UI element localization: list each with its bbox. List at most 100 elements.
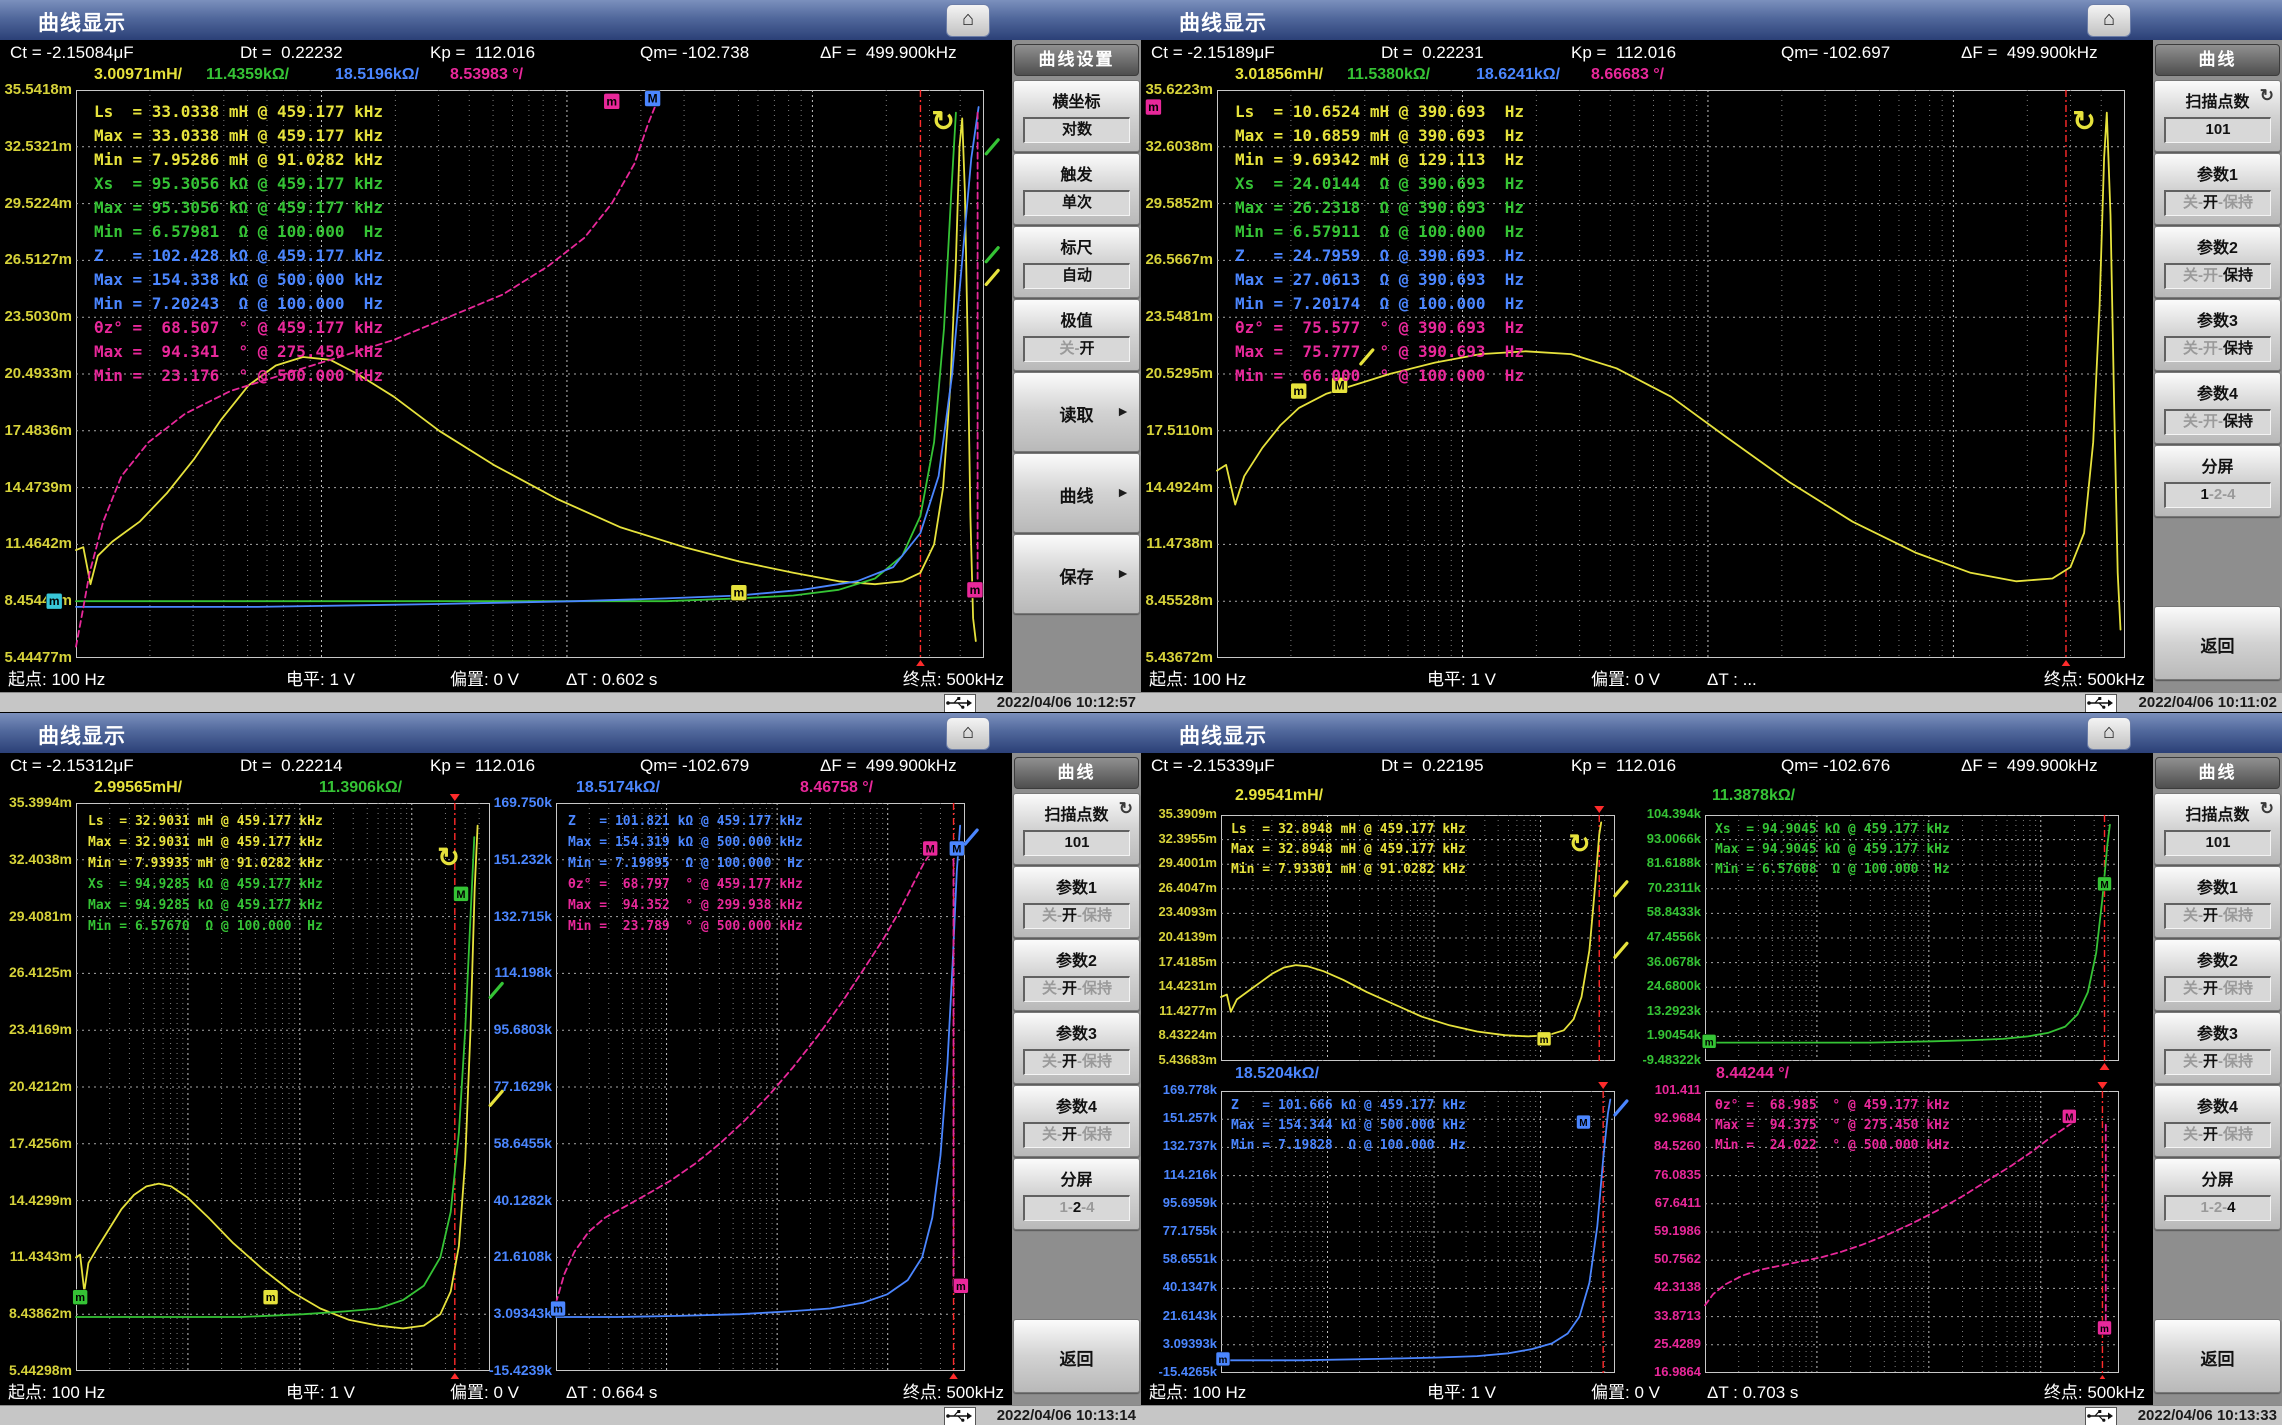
menu-button-label: 分屏: [2155, 453, 2280, 477]
menu-button-6[interactable]: 曲线►: [1013, 453, 1140, 533]
readout-row: Min = 7.95286 mH @ 91.0282 kHz: [94, 148, 383, 172]
menu-button-4[interactable]: 参数3关-开-保持: [1013, 1012, 1140, 1084]
menu-button-5[interactable]: 参数4关-开-保持: [1013, 1085, 1140, 1157]
menu-button-2[interactable]: 参数1关-开-保持: [1013, 866, 1140, 938]
measurement-readouts: Z = 101.666 kΩ @ 459.177 kHzMax = 154.34…: [1231, 1096, 1466, 1156]
home-button[interactable]: ⌂: [946, 717, 990, 750]
menu-button-value: 关-开-保持: [2164, 976, 2271, 1002]
menu-button-5[interactable]: 参数4关-开-保持: [2154, 372, 2281, 444]
value-option: 2: [1073, 1199, 1081, 1216]
menu-button-4[interactable]: 极值关-开: [1013, 299, 1140, 371]
menu-button-6[interactable]: 分屏1-2-4: [2154, 445, 2281, 517]
status-value: Qm= -102.676: [1781, 753, 1890, 779]
title-bar: 曲线显示⌂: [0, 0, 1141, 41]
measurement-readouts: Ls = 32.8948 mH @ 459.177 kHzMax = 32.89…: [1231, 820, 1466, 880]
trace-unit-label: 3.01856mH/: [1235, 66, 1323, 84]
y-axis-label: 42.3138: [1623, 1279, 1701, 1294]
svg-text:m: m: [956, 1281, 966, 1293]
menu-button-1[interactable]: 横坐标对数: [1013, 80, 1140, 152]
home-button[interactable]: ⌂: [2087, 4, 2131, 37]
menu-button-6[interactable]: 分屏1-2-4: [1013, 1158, 1140, 1230]
menu-header: 曲线: [2155, 757, 2280, 789]
value-option: 1: [2200, 1199, 2208, 1216]
footer-value: 起点: 100 Hz: [8, 1379, 105, 1407]
footer-value: 起点: 100 Hz: [1149, 666, 1246, 694]
back-button[interactable]: 返回: [1013, 1319, 1140, 1393]
menu-button-3[interactable]: 参数2关-开-保持: [2154, 939, 2281, 1011]
menu-button-value: 自动: [1023, 263, 1130, 289]
home-button[interactable]: ⌂: [2087, 717, 2131, 750]
menu-button-1[interactable]: 扫描点数↻101: [1013, 793, 1140, 865]
menu-button-value: 关-开-保持: [1023, 1049, 1130, 1075]
trace-unit-label: 18.6241kΩ/: [1476, 66, 1560, 84]
menu-button-label: 参数3: [2155, 307, 2280, 331]
back-button[interactable]: 返回: [2154, 1319, 2281, 1393]
menu-button-5[interactable]: 参数4关-开-保持: [2154, 1085, 2281, 1157]
value-option: 保持: [2223, 340, 2253, 357]
y-axis-label: 47.4556k: [1623, 929, 1701, 944]
menu-button-3[interactable]: 参数2关-开-保持: [2154, 226, 2281, 298]
menu-button-4[interactable]: 参数3关-开-保持: [2154, 1012, 2281, 1084]
menu-button-5[interactable]: 读取►: [1013, 372, 1140, 452]
value-option: 关: [1042, 1126, 1057, 1143]
value-option: 关: [1042, 907, 1057, 924]
readout-row: Max = 154.338 kΩ @ 500.000 kHz: [94, 268, 383, 292]
menu-button-7[interactable]: 保存►: [1013, 534, 1140, 614]
menu-button-label: 分屏: [1014, 1166, 1139, 1190]
menu-button-value: 关-开-保持: [1023, 903, 1130, 929]
readout-row: Min = 7.20243 Ω @ 100.000 Hz: [94, 292, 383, 316]
y-axis-label: 35.6223m: [1141, 81, 1213, 98]
y-axis-label: 151.232k: [478, 851, 552, 867]
autoscale-rotate-icon[interactable]: ↻: [437, 842, 460, 872]
readout-row: θz° = 75.577 ° @ 390.693 Hz: [1235, 316, 1524, 340]
status-value: Kp = 112.016: [430, 40, 535, 66]
menu-button-value: 关-开-保持: [1023, 976, 1130, 1002]
menu-button-label: 参数4: [1014, 1093, 1139, 1117]
readout-row: Max = 94.352 ° @ 299.938 kHz: [568, 895, 803, 916]
status-line: Ct = -2.15189μFDt = 0.22231Kp = 112.016Q…: [1141, 40, 2153, 66]
y-axis-label: 26.5127m: [0, 251, 72, 268]
value-option: 保持: [2223, 980, 2253, 997]
submenu-arrow-icon: ►: [1116, 484, 1130, 500]
menu-button-6[interactable]: 分屏1-2-4: [2154, 1158, 2281, 1230]
menu-button-1[interactable]: 扫描点数↻101: [2154, 793, 2281, 865]
svg-text:m: m: [606, 94, 617, 108]
svg-text:m: m: [266, 1292, 276, 1304]
value-option: 2: [2214, 486, 2222, 503]
autoscale-rotate-icon[interactable]: ↻: [931, 106, 954, 137]
y-axis-label: 17.4836m: [0, 422, 72, 439]
chart-area: 35.6223m32.6038m29.5852m26.5667m23.5481m…: [1141, 66, 2153, 666]
back-button[interactable]: 返回: [2154, 606, 2281, 680]
readout-row: Max = 94.9285 kΩ @ 459.177 kHz: [88, 895, 323, 916]
y-axis-label: 114.216k: [1141, 1167, 1217, 1182]
marker-box-m: m: [1537, 1032, 1551, 1046]
menu-header: 曲线: [1014, 757, 1139, 789]
menu-button-2[interactable]: 参数1关-开-保持: [2154, 153, 2281, 225]
svg-text:M: M: [2065, 1112, 2073, 1123]
menu-button-4[interactable]: 参数3关-开-保持: [2154, 299, 2281, 371]
menu-button-3[interactable]: 参数2 关-开-保持: [1013, 939, 1140, 1011]
menu-button-value: 101: [2164, 117, 2271, 143]
menu-button-3[interactable]: 标尺自动: [1013, 226, 1140, 298]
marker-box-m: m: [1216, 1352, 1230, 1366]
measurement-readouts: Ls = 33.0338 mH @ 459.177 kHzMax = 33.03…: [94, 100, 383, 388]
y-axis-label: 11.4343m: [0, 1248, 72, 1264]
value-option: 开: [2203, 340, 2218, 357]
readout-row: θz° = 68.507 ° @ 459.177 kHz: [94, 316, 383, 340]
y-axis-label: 92.9684: [1623, 1110, 1701, 1125]
title-bar: 曲线显示⌂: [1141, 713, 2282, 754]
autoscale-rotate-icon[interactable]: ↻: [1569, 829, 1591, 859]
menu-button-label: 参数2: [1014, 947, 1139, 971]
readout-row: Min = 6.57911 Ω @ 100.000 Hz: [1235, 220, 1524, 244]
y-axis-label: 95.6803k: [478, 1021, 552, 1037]
y-axis-label: 5.44477m: [0, 649, 72, 666]
menu-button-1[interactable]: 扫描点数↻101: [2154, 80, 2281, 152]
usb-icon: [944, 694, 976, 712]
autoscale-rotate-icon[interactable]: ↻: [2072, 106, 2095, 137]
menu-button-2[interactable]: 参数1关-开-保持: [2154, 866, 2281, 938]
value-option: 保持: [2223, 194, 2253, 211]
home-button[interactable]: ⌂: [946, 4, 990, 37]
menu-button-2[interactable]: 触发单次: [1013, 153, 1140, 225]
readout-row: Max = 94.341 ° @ 275.450 kHz: [94, 340, 383, 364]
value-option: 保持: [1082, 907, 1112, 924]
